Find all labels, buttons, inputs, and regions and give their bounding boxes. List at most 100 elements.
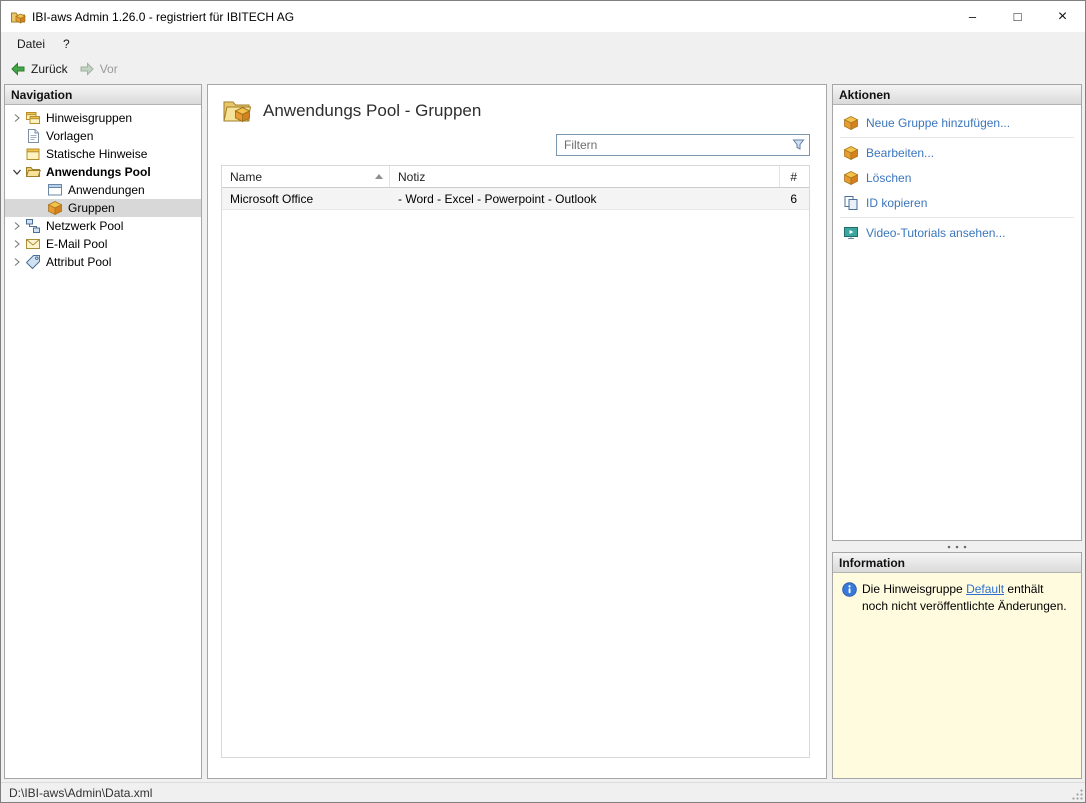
tree-item-anwendungs-pool[interactable]: Anwendungs Pool	[5, 163, 201, 181]
column-header-name[interactable]: Name	[222, 166, 390, 187]
forward-label: Vor	[100, 62, 118, 76]
copy-icon	[843, 195, 859, 211]
tree-item-anwendungen[interactable]: Anwendungen	[5, 181, 201, 199]
groups-table: Name Notiz # Microsoft Of	[221, 165, 810, 758]
maximize-icon: □	[1014, 10, 1022, 23]
information-header: Information	[833, 553, 1081, 573]
info-text-before: Die Hinweisgruppe	[862, 582, 966, 596]
minimize-icon: –	[969, 10, 976, 23]
titlebar: IBI-aws Admin 1.26.0 - registriert für I…	[1, 1, 1085, 32]
data-file-path: D:\IBI-aws\Admin\Data.xml	[9, 786, 152, 800]
attribute-tag-icon	[25, 254, 41, 270]
tree-item-hinweisgruppen[interactable]: Hinweisgruppen	[5, 109, 201, 127]
table-row[interactable]: Microsoft Office - Word - Excel - Powerp…	[222, 188, 809, 210]
chevron-down-icon[interactable]	[9, 167, 25, 177]
action-label: ID kopieren	[866, 196, 927, 210]
default-group-link[interactable]: Default	[966, 582, 1004, 596]
edit-group-icon	[843, 145, 859, 161]
pool-groups-icon	[222, 97, 252, 125]
app-icon	[10, 9, 26, 25]
main-header: Anwendungs Pool - Gruppen	[208, 85, 826, 134]
tree-item-vorlagen[interactable]: Vorlagen	[5, 127, 201, 145]
chevron-right-icon[interactable]	[9, 221, 25, 231]
add-group-action[interactable]: Neue Gruppe hinzufügen...	[833, 110, 1081, 135]
delete-action[interactable]: Löschen	[833, 165, 1081, 190]
column-label: Notiz	[398, 170, 425, 184]
toolbar: Zurück Vor	[1, 55, 1085, 82]
close-icon: ×	[1058, 9, 1067, 25]
action-label: Löschen	[866, 171, 911, 185]
tree-label: Attribut Pool	[46, 255, 111, 269]
window-title: IBI-aws Admin 1.26.0 - registriert für I…	[32, 10, 294, 24]
table-header-row: Name Notiz #	[222, 166, 809, 188]
video-icon	[843, 225, 859, 241]
delete-group-icon	[843, 170, 859, 186]
actions-separator	[840, 137, 1074, 138]
actions-panel: Aktionen Neue Gruppe hinzufügen...	[832, 84, 1082, 541]
cell-name: Microsoft Office	[222, 192, 390, 206]
actions-header: Aktionen	[833, 85, 1081, 105]
tree-item-gruppen[interactable]: Gruppen	[5, 199, 201, 217]
tree-label: Hinweisgruppen	[46, 111, 132, 125]
splitter-grip-icon	[946, 545, 968, 549]
page-title: Anwendungs Pool - Gruppen	[263, 101, 481, 121]
tree-item-statische-hinweise[interactable]: Statische Hinweise	[5, 145, 201, 163]
navigation-tree: Hinweisgruppen Vorlagen	[5, 105, 201, 271]
main-panel: Anwendungs Pool - Gruppen	[207, 84, 827, 779]
filter-box	[556, 134, 810, 156]
menu-help[interactable]: ?	[54, 34, 79, 54]
applications-pool-icon	[25, 164, 41, 180]
resize-grip[interactable]	[1071, 788, 1084, 801]
column-label: #	[790, 170, 797, 184]
templates-icon	[25, 128, 41, 144]
action-label: Video-Tutorials ansehen...	[866, 226, 1005, 240]
tree-item-attribut-pool[interactable]: Attribut Pool	[5, 253, 201, 271]
minimize-button[interactable]: –	[950, 1, 995, 32]
info-icon	[842, 582, 857, 602]
app-window: IBI-aws Admin 1.26.0 - registriert für I…	[0, 0, 1086, 803]
chevron-right-icon[interactable]	[9, 113, 25, 123]
notice-groups-icon	[25, 110, 41, 126]
edit-action[interactable]: Bearbeiten...	[833, 140, 1081, 165]
application-window-icon	[47, 182, 63, 198]
back-button[interactable]: Zurück	[7, 59, 76, 79]
tree-label: Statische Hinweise	[46, 147, 147, 161]
maximize-button[interactable]: □	[995, 1, 1040, 32]
tree-label: E-Mail Pool	[46, 237, 107, 251]
add-group-icon	[843, 115, 859, 131]
workspace: Navigation Hinweisgruppen	[1, 82, 1085, 782]
group-cube-icon	[47, 200, 63, 216]
information-body: Die Hinweisgruppe Default enthält noch n…	[833, 573, 1081, 778]
main-content: Name Notiz # Microsoft Of	[221, 134, 810, 758]
panel-splitter[interactable]	[832, 541, 1082, 552]
filter-input[interactable]	[556, 134, 810, 156]
cell-notiz: - Word - Excel - Powerpoint - Outlook	[390, 192, 780, 206]
static-notices-icon	[25, 146, 41, 162]
forward-button[interactable]: Vor	[76, 59, 126, 79]
navigation-header: Navigation	[5, 85, 201, 105]
action-label: Bearbeiten...	[866, 146, 934, 160]
actions-separator	[840, 217, 1074, 218]
chevron-right-icon[interactable]	[9, 257, 25, 267]
video-tutorials-action[interactable]: Video-Tutorials ansehen...	[833, 220, 1081, 245]
menu-datei[interactable]: Datei	[8, 34, 54, 54]
back-label: Zurück	[31, 62, 68, 76]
tree-item-netzwerk-pool[interactable]: Netzwerk Pool	[5, 217, 201, 235]
chevron-right-icon[interactable]	[9, 239, 25, 249]
cell-count: 6	[780, 192, 809, 206]
actions-list: Neue Gruppe hinzufügen... Bearbeiten...	[833, 105, 1081, 245]
tree-label: Anwendungs Pool	[46, 165, 151, 179]
network-icon	[25, 218, 41, 234]
column-header-count[interactable]: #	[780, 166, 809, 187]
column-label: Name	[230, 170, 262, 184]
copy-id-action[interactable]: ID kopieren	[833, 190, 1081, 215]
filter-funnel-icon[interactable]	[792, 138, 805, 151]
tree-label: Anwendungen	[68, 183, 145, 197]
information-panel: Information Die Hinweisgruppe Default en…	[832, 552, 1082, 779]
column-header-notiz[interactable]: Notiz	[390, 166, 780, 187]
navigation-panel: Navigation Hinweisgruppen	[4, 84, 202, 779]
sort-asc-icon	[375, 174, 383, 179]
email-icon	[25, 236, 41, 252]
close-button[interactable]: ×	[1040, 1, 1085, 32]
tree-item-email-pool[interactable]: E-Mail Pool	[5, 235, 201, 253]
